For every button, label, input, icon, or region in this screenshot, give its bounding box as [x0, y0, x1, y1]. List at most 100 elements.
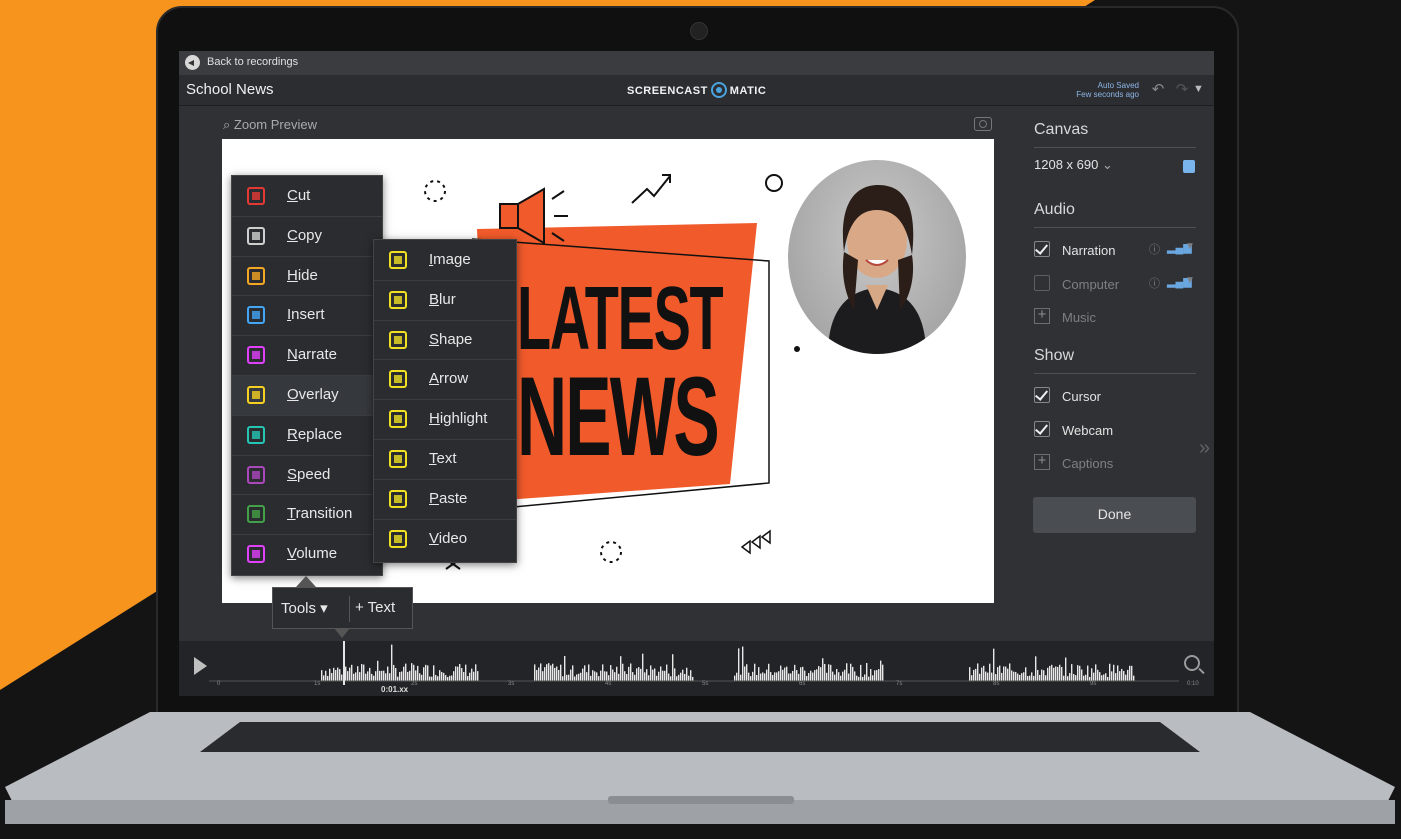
app-logo: SCREENCAST MATIC: [627, 82, 767, 99]
timeline[interactable]: 0:01.xx 0 1s 2s 3s 4s 5s 6s 7s 8s 9s 0:10: [179, 641, 1214, 696]
collapse-panel-icon[interactable]: »: [1199, 437, 1210, 460]
laptop-base: [5, 712, 1395, 824]
tools-menu-label: Cut: [287, 187, 311, 204]
tools-menu-item-volume[interactable]: Volume: [232, 534, 382, 574]
overlay-menu-label: Video: [429, 529, 468, 547]
headline-latest: LATEST: [517, 269, 724, 369]
tools-menu-pointer: [296, 576, 316, 587]
overlay-menu-item-text[interactable]: Text: [374, 439, 516, 479]
menu-separator: [232, 335, 382, 337]
person-portrait: [828, 185, 926, 354]
chevron-down-icon[interactable]: ▼: [1185, 241, 1195, 252]
audio-heading: Audio: [1034, 201, 1075, 218]
menu-separator: [232, 534, 382, 536]
logo-record-icon: [710, 82, 727, 98]
chevron-down-icon[interactable]: ▼: [1185, 275, 1195, 286]
menu-separator: [232, 375, 382, 376]
timeline-tick-label: 3s: [508, 681, 515, 687]
tools-menu-item-replace[interactable]: Replace: [232, 415, 382, 455]
timeline-tick-label: 2s: [411, 681, 418, 687]
autosave-line2: Few seconds ago: [1076, 90, 1139, 99]
music-label[interactable]: Music: [1062, 310, 1096, 325]
overlay-menu-item-video[interactable]: Video: [374, 519, 516, 559]
image-icon: [389, 251, 407, 269]
computer-audio-label: Computer: [1062, 277, 1120, 292]
info-icon[interactable]: ⓘ: [1149, 275, 1160, 291]
narration-checkbox[interactable]: [1034, 241, 1050, 257]
logo-text-right: MATIC: [729, 84, 767, 97]
add-text-button[interactable]: + Text: [355, 599, 395, 616]
timeline-tick-label: 9s: [1090, 681, 1097, 687]
tools-menu-label: Volume: [287, 545, 338, 563]
tools-menu: Cut Copy Hide Insert Narrate Overlay Replace Sp…: [231, 175, 383, 576]
tools-menu-item-insert[interactable]: Insert: [232, 295, 382, 335]
canvas-color-swatch[interactable]: [1183, 160, 1195, 173]
insert-icon: [247, 306, 265, 325]
tools-toolbar: Tools ▾ + Text: [272, 587, 413, 629]
overlay-menu-item-highlight[interactable]: Highlight: [374, 399, 516, 439]
highlight-icon: [389, 410, 407, 429]
text-icon: [389, 450, 407, 468]
tools-menu-item-overlay[interactable]: Overlay: [232, 375, 382, 415]
overlay-menu-label: Paste: [429, 489, 468, 507]
add-captions-icon[interactable]: +: [1034, 453, 1050, 470]
tools-menu-item-speed[interactable]: Speed: [232, 455, 382, 495]
overlay-menu-item-shape[interactable]: Shape: [374, 320, 516, 360]
overlay-menu-item-arrow[interactable]: Arrow: [374, 359, 516, 399]
computer-audio-checkbox[interactable]: [1034, 275, 1050, 291]
menu-separator: [232, 454, 382, 456]
cursor-checkbox[interactable]: [1034, 387, 1050, 403]
canvas-size-dropdown[interactable]: 1208 x 690 ⌄: [1034, 157, 1113, 173]
timeline-tick-label: 7s: [896, 681, 903, 687]
menu-separator: [232, 215, 382, 217]
timeline-tick-label: 5s: [702, 681, 709, 687]
paste-icon: [389, 489, 407, 508]
overlay-menu-label: Highlight: [429, 410, 488, 428]
webcam-overlay-photo[interactable]: [788, 160, 966, 354]
overlay-icon: [247, 386, 265, 404]
zoom-preview-button[interactable]: ⌕ Zoom Preview: [223, 117, 317, 133]
chevron-down-icon[interactable]: ▼: [1193, 83, 1207, 97]
redo-icon[interactable]: ↷: [1171, 80, 1193, 100]
replace-icon: [247, 425, 265, 444]
overlay-menu-item-image[interactable]: Image: [374, 240, 516, 280]
overlay-menu-item-paste[interactable]: Paste: [374, 479, 516, 519]
zoom-preview-label: Zoom Preview: [233, 117, 317, 132]
tools-dropdown-button[interactable]: Tools ▾: [281, 599, 328, 617]
overlay-menu-item-blur[interactable]: Blur: [374, 280, 516, 320]
shape-icon: [389, 330, 407, 349]
tools-menu-item-hide[interactable]: Hide: [232, 256, 382, 296]
project-title[interactable]: School News: [186, 81, 274, 98]
tools-menu-item-cut[interactable]: Cut: [232, 176, 382, 216]
webcam-lens: [690, 22, 708, 40]
menu-separator: [374, 319, 516, 321]
tools-menu-item-transition[interactable]: Transition: [232, 494, 382, 534]
camera-snapshot-icon[interactable]: [974, 117, 992, 131]
done-button[interactable]: Done: [1033, 497, 1196, 533]
cut-icon: [247, 187, 265, 205]
webcam-checkbox[interactable]: [1034, 421, 1050, 437]
logo-text-left: SCREENCAST: [627, 84, 708, 97]
tools-menu-item-copy[interactable]: Copy: [232, 216, 382, 256]
blur-icon: [389, 290, 407, 309]
back-arrow-icon[interactable]: [185, 55, 200, 70]
tools-menu-item-narrate[interactable]: Narrate: [232, 335, 382, 375]
undo-icon[interactable]: ↶: [1147, 80, 1169, 100]
chevron-down-icon: ⌄: [1101, 157, 1113, 172]
add-music-icon[interactable]: +: [1034, 307, 1050, 324]
playhead[interactable]: [343, 641, 345, 685]
timeline-zoom-icon[interactable]: [1184, 655, 1200, 671]
tools-menu-label: Transition: [287, 505, 353, 523]
tools-menu-label: Copy: [287, 226, 323, 244]
current-time: 0:01.xx: [381, 685, 409, 694]
menu-separator: [374, 359, 516, 361]
menu-separator: [232, 295, 382, 297]
captions-label[interactable]: Captions: [1062, 456, 1113, 471]
overlay-menu-label: Text: [429, 450, 457, 467]
info-icon[interactable]: ⓘ: [1149, 241, 1160, 257]
autosave-line1: Auto Saved: [1097, 81, 1139, 90]
timeline-tick-label: 0: [217, 681, 221, 687]
menu-separator: [374, 518, 516, 520]
autosave-status: Auto Saved Few seconds ago: [1039, 81, 1139, 99]
back-to-recordings-link[interactable]: Back to recordings: [207, 56, 298, 68]
